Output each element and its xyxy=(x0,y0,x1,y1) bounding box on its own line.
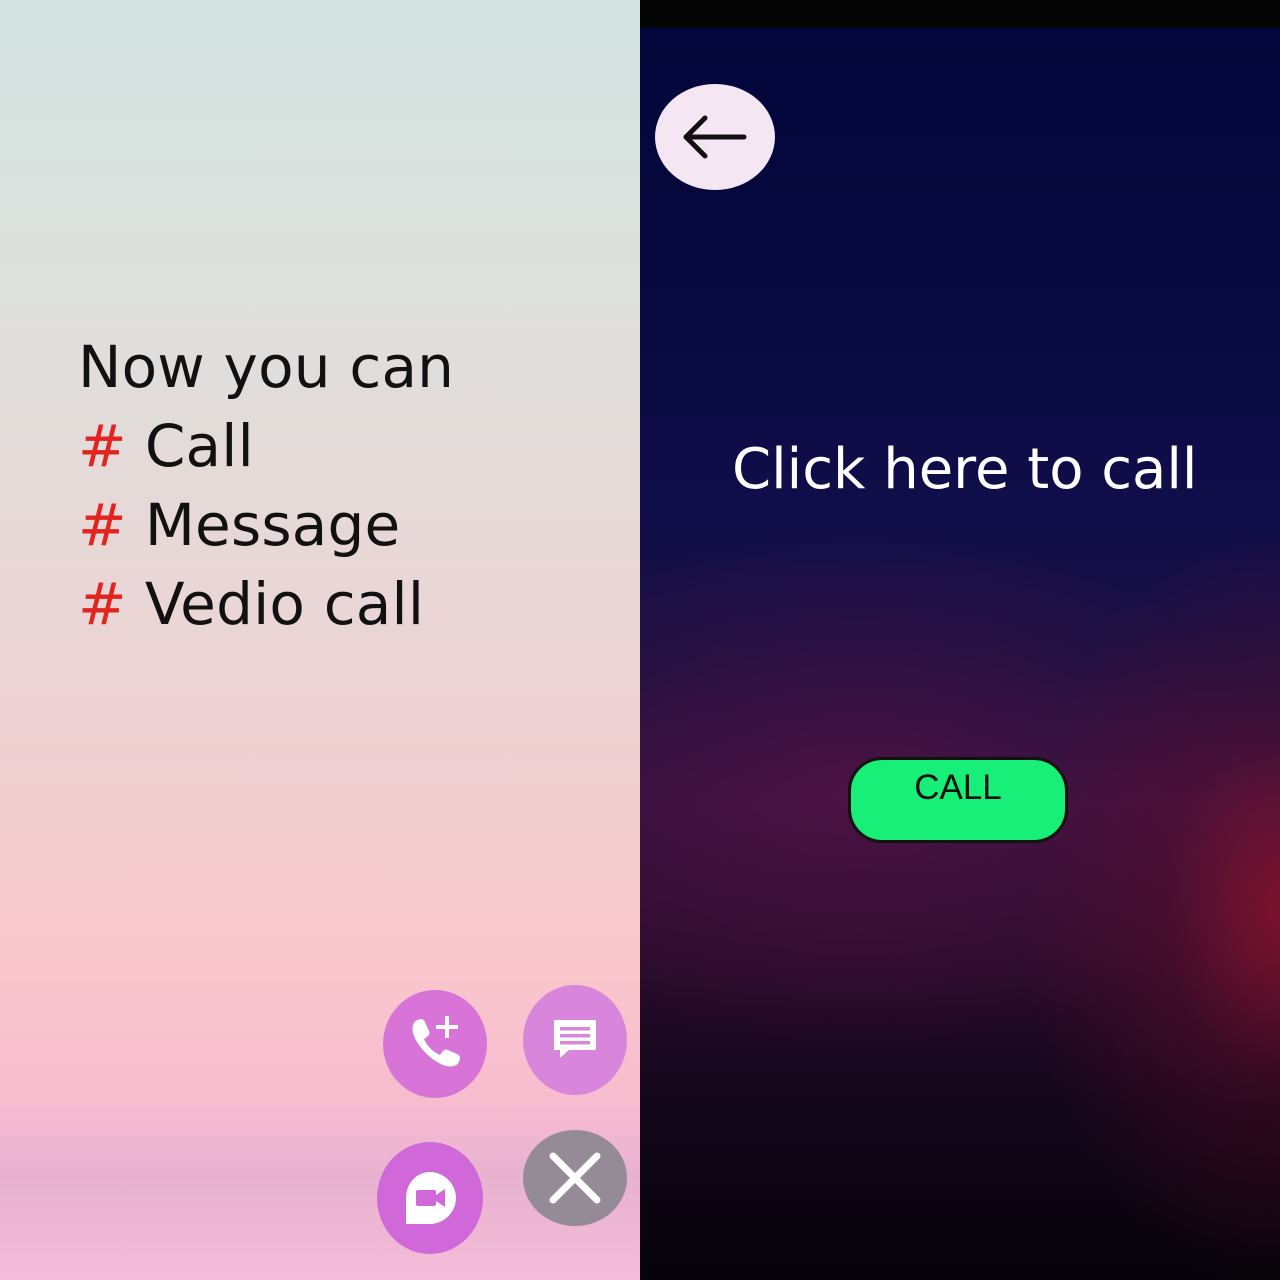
hash-marker: # xyxy=(78,412,127,480)
call-prompt-text: Click here to call xyxy=(732,437,1198,502)
add-call-button[interactable] xyxy=(383,990,487,1098)
call-button[interactable]: CALL xyxy=(848,757,1068,843)
status-bar xyxy=(640,0,1280,28)
message-button[interactable] xyxy=(523,985,627,1095)
video-call-button[interactable] xyxy=(377,1142,483,1254)
features-panel: Now you can # Call # Message # Vedio call xyxy=(0,0,640,1280)
intro-text: Now you can xyxy=(78,333,455,401)
feature-label-call: Call xyxy=(144,412,254,480)
hash-marker: # xyxy=(78,491,127,559)
feature-item-message: # Message xyxy=(78,486,454,565)
message-icon xyxy=(554,1020,596,1058)
arrow-left-icon xyxy=(683,115,747,159)
features-intro: Now you can xyxy=(78,328,454,407)
call-panel xyxy=(640,0,1280,1280)
add-call-icon xyxy=(412,1016,460,1067)
feature-item-video-call: # Vedio call xyxy=(78,565,454,644)
close-icon xyxy=(549,1152,601,1204)
app-screen: Now you can # Call # Message # Vedio call xyxy=(0,0,1280,1280)
back-button[interactable] xyxy=(655,84,775,190)
video-call-icon xyxy=(406,1172,456,1224)
close-button[interactable] xyxy=(523,1130,627,1226)
feature-label-video-call: Vedio call xyxy=(144,570,425,638)
feature-item-call: # Call xyxy=(78,407,454,486)
call-panel-background xyxy=(640,28,1280,1280)
features-list: Now you can # Call # Message # Vedio call xyxy=(78,328,454,644)
hash-marker: # xyxy=(78,570,127,638)
feature-label-message: Message xyxy=(144,491,401,559)
